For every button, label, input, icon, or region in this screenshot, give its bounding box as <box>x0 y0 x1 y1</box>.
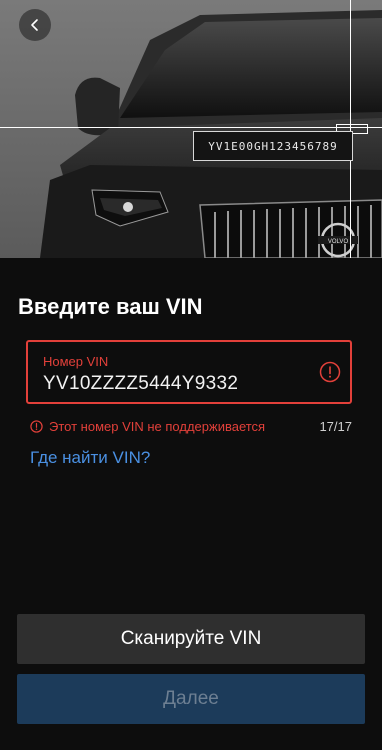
next-button[interactable]: Далее <box>17 674 365 724</box>
vin-plate-sample: YV1E00GH123456789 <box>193 131 353 161</box>
scan-guide-horizontal <box>0 127 382 128</box>
vin-field-label: Номер VIN <box>43 354 109 369</box>
page-title: Введите ваш VIN <box>18 294 203 319</box>
vin-input[interactable] <box>43 373 303 395</box>
back-button[interactable] <box>19 9 51 41</box>
volvo-logo: VOLVO <box>328 239 349 245</box>
hero-image: VOLVO YV1E00GH123456789 <box>0 0 382 258</box>
char-counter: 17/17 <box>319 418 352 434</box>
error-row: Этот номер VIN не поддерживается 17/17 <box>30 417 352 435</box>
scan-vin-button[interactable]: Сканируйте VIN <box>17 614 365 664</box>
where-to-find-vin-link[interactable]: Где найти VIN? <box>30 448 150 468</box>
error-circle-icon <box>319 361 341 383</box>
car-image: VOLVO <box>0 0 382 258</box>
error-message: Этот номер VIN не поддерживается <box>49 418 266 434</box>
error-circle-icon <box>30 419 43 433</box>
chevron-left-icon <box>31 19 38 31</box>
vin-field[interactable]: Номер VIN <box>26 340 352 404</box>
